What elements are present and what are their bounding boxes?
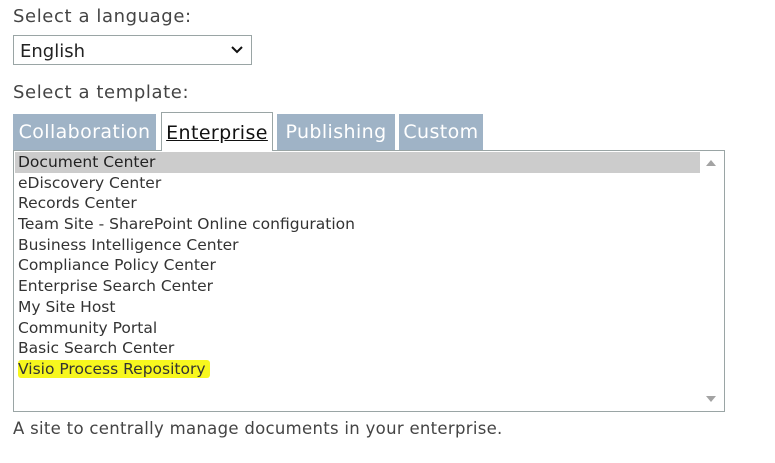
list-item[interactable]: Community Portal	[15, 318, 700, 339]
list-item[interactable]: Enterprise Search Center	[15, 276, 700, 297]
list-item[interactable]: Business Intelligence Center	[15, 235, 700, 256]
template-label: Select a template:	[13, 82, 190, 103]
template-listbox[interactable]: Document Center eDiscovery Center Record…	[13, 150, 725, 412]
list-item[interactable]: eDiscovery Center	[15, 173, 700, 194]
tab-custom[interactable]: Custom	[399, 114, 483, 150]
tab-enterprise[interactable]: Enterprise	[161, 112, 273, 151]
list-item[interactable]: Document Center	[15, 152, 700, 173]
list-item-label: Business Intelligence Center	[18, 235, 239, 254]
new-site-template-page: Select a language: English Select a temp…	[0, 0, 775, 463]
list-item-label: Team Site - SharePoint Online configurat…	[18, 215, 355, 234]
list-item[interactable]: Compliance Policy Center	[15, 255, 700, 276]
tab-collaboration[interactable]: Collaboration	[13, 114, 156, 150]
list-item[interactable]: Visio Process Repository	[15, 359, 700, 380]
list-item-label: Enterprise Search Center	[18, 277, 214, 296]
list-item-label: Compliance Policy Center	[18, 256, 216, 275]
template-list: Document Center eDiscovery Center Record…	[15, 152, 700, 380]
language-label: Select a language:	[13, 6, 192, 27]
list-item[interactable]: Basic Search Center	[15, 338, 700, 359]
language-select[interactable]: English	[13, 35, 252, 65]
language-select-value: English	[20, 41, 85, 62]
list-item-label: My Site Host	[18, 297, 116, 316]
list-item-label: Basic Search Center	[18, 339, 175, 358]
chevron-down-icon	[231, 46, 243, 54]
list-item[interactable]: My Site Host	[15, 297, 700, 318]
scroll-up-arrow-icon[interactable]	[706, 160, 716, 166]
tab-publishing[interactable]: Publishing	[277, 114, 395, 150]
list-item[interactable]: Team Site - SharePoint Online configurat…	[15, 214, 700, 235]
listbox-scrollbar[interactable]	[700, 151, 724, 411]
list-item[interactable]: Records Center	[15, 193, 700, 214]
list-item-label: Community Portal	[18, 318, 158, 337]
scroll-down-arrow-icon[interactable]	[706, 396, 716, 402]
template-description: A site to centrally manage documents in …	[13, 419, 503, 438]
list-item-label: Document Center	[18, 153, 156, 171]
list-item-label: Visio Process Repository	[18, 359, 210, 378]
list-item-label: eDiscovery Center	[18, 173, 162, 192]
list-item-label: Records Center	[18, 194, 137, 213]
